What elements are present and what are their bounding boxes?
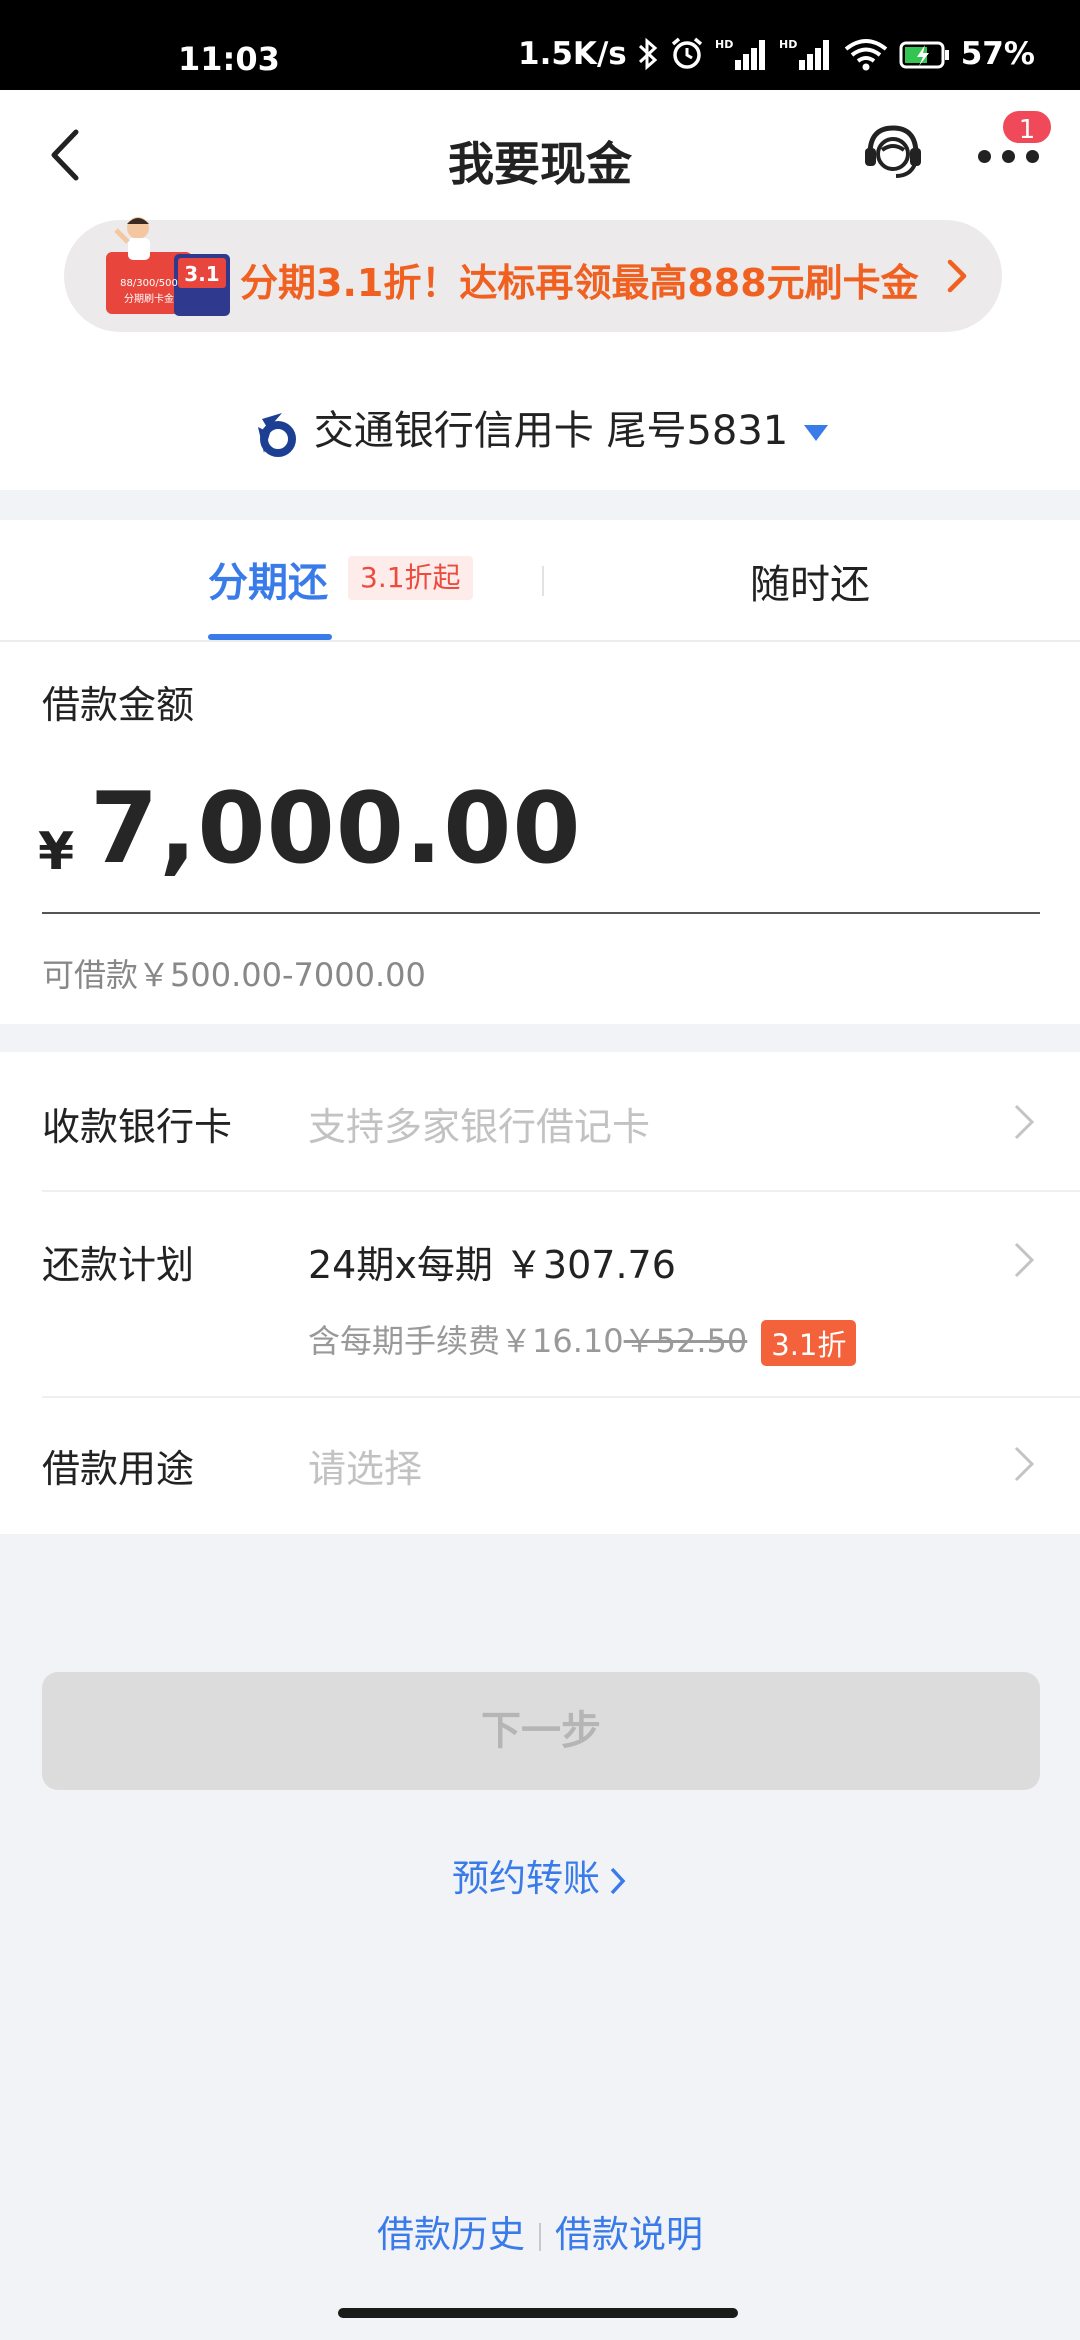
card-label: 交通银行信用卡 尾号5831 <box>313 408 789 454</box>
chevron-right-icon <box>1014 1242 1035 1278</box>
chevron-right-icon <box>1014 1446 1035 1482</box>
loan-explanation-link[interactable]: 借款说明 <box>555 2213 703 2256</box>
status-icons: 1.5K/s HD HD 57% <box>518 36 1035 72</box>
signal-hd-icon-1: HD <box>715 38 765 70</box>
tab-divider <box>542 566 544 596</box>
notification-badge: 1 <box>1000 108 1054 146</box>
fee-original: ￥52.50 <box>623 1322 748 1360</box>
more-dot-icon <box>1002 150 1015 163</box>
promo-image-badge: 3.1 <box>184 262 219 286</box>
bank-logo-icon <box>257 413 296 457</box>
tab-installment[interactable]: 分期还 <box>208 550 328 608</box>
receiving-card-placeholder: 支持多家银行借记卡 <box>308 1105 651 1149</box>
footer-divider <box>539 2222 541 2251</box>
customer-service-icon[interactable] <box>860 118 926 184</box>
repay-plan-value: 24期x每期 ￥307.76 <box>308 1243 676 1287</box>
battery-icon <box>899 41 949 69</box>
bluetooth-icon <box>638 37 657 71</box>
promo-image-top-text: 88/300/500 <box>120 278 178 289</box>
promo-text: 分期3.1折！达标再领最高888元刷卡金 <box>240 261 919 305</box>
nav-bar: 我要现金 1 <box>0 90 1080 220</box>
tab-active-indicator <box>208 634 332 640</box>
footer-links: 借款历史 借款说明 <box>0 2204 1080 2258</box>
amount-input[interactable]: 7,000.00 <box>90 772 582 886</box>
tab-anytime[interactable]: 随时还 <box>750 552 870 610</box>
status-bar: 11:03 1.5K/s HD HD 57% <box>0 0 1080 90</box>
more-dot-icon <box>1026 150 1039 163</box>
repay-plan-row[interactable]: 还款计划 24期x每期 ￥307.76 含每期手续费￥16.10￥52.50 3.… <box>0 1192 1080 1398</box>
repay-plan-label: 还款计划 <box>42 1243 195 1287</box>
more-dot-icon <box>978 150 991 163</box>
svg-text:HD: HD <box>779 38 797 51</box>
chevron-right-icon <box>610 1867 626 1894</box>
promo-banner[interactable]: 3.1 88/300/500 分期刷卡金 分期3.1折！达标再领最高888元刷卡… <box>64 217 1002 332</box>
amount-section: 借款金额 ¥ 7,000.00 可借款￥500.00-7000.00 <box>0 642 1080 1024</box>
svg-text:HD: HD <box>715 38 733 51</box>
fee-current: 含每期手续费￥16.10 <box>308 1322 624 1360</box>
loan-history-link[interactable]: 借款历史 <box>377 2213 525 2256</box>
repay-tabs: 分期还 3.1折起 随时还 <box>0 520 1080 642</box>
promo-illustration-icon: 3.1 88/300/500 分期刷卡金 <box>106 217 230 316</box>
currency-symbol: ¥ <box>38 822 75 882</box>
wifi-icon <box>844 39 887 71</box>
promo-section: 3.1 88/300/500 分期刷卡金 分期3.1折！达标再领最高888元刷卡… <box>0 217 1080 490</box>
loan-purpose-row[interactable]: 借款用途 请选择 <box>0 1398 1080 1534</box>
amount-label: 借款金额 <box>42 683 195 727</box>
alarm-icon <box>671 37 702 69</box>
fee-discount-tag: 3.1折 <box>761 1320 857 1366</box>
caret-down-icon <box>804 425 829 441</box>
receiving-card-row[interactable]: 收款银行卡 支持多家银行借记卡 <box>0 1052 1080 1190</box>
reserve-transfer-label: 预约转账 <box>452 1857 600 1900</box>
amount-underline <box>42 912 1040 914</box>
battery-percent: 57% <box>960 36 1035 72</box>
promo-image-bottom-text: 分期刷卡金 <box>124 292 174 305</box>
status-time: 11:03 <box>178 40 280 78</box>
amount-range: 可借款￥500.00-7000.00 <box>42 956 426 994</box>
installment-discount-tag: 3.1折起 <box>348 556 473 600</box>
home-indicator[interactable] <box>338 2308 738 2318</box>
loan-purpose-placeholder: 请选择 <box>308 1447 423 1491</box>
receiving-card-label: 收款银行卡 <box>42 1105 233 1149</box>
chevron-right-icon <box>947 259 967 293</box>
chevron-right-icon <box>1014 1104 1035 1140</box>
card-selector[interactable]: 交通银行信用卡 尾号5831 <box>0 398 1080 457</box>
reserve-transfer-link[interactable]: 预约转账 <box>0 1848 1080 1902</box>
network-speed: 1.5K/s <box>518 36 627 72</box>
next-button[interactable]: 下一步 <box>42 1672 1040 1790</box>
fee-detail: 含每期手续费￥16.10￥52.50 3.1折 <box>308 1316 857 1366</box>
loan-purpose-label: 借款用途 <box>42 1447 195 1491</box>
signal-hd-icon-2: HD <box>779 38 829 70</box>
loan-form: 收款银行卡 支持多家银行借记卡 还款计划 24期x每期 ￥307.76 含每期手… <box>0 1052 1080 1534</box>
